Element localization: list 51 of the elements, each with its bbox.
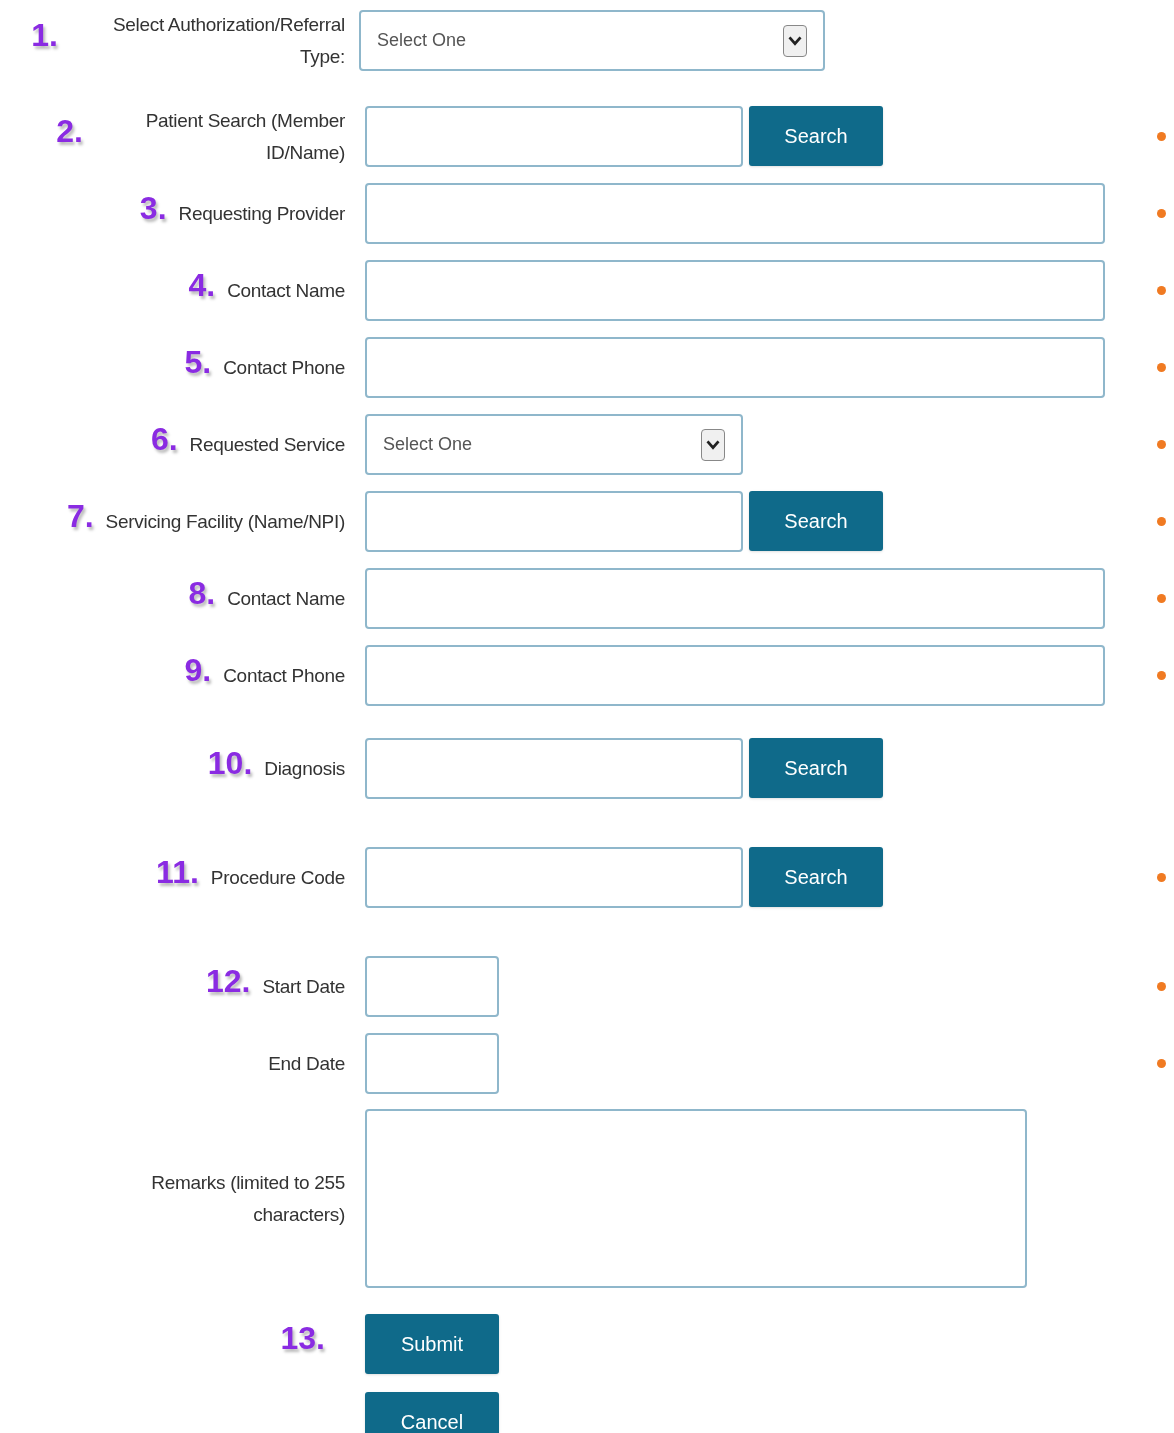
search-field[interactable] (365, 847, 743, 908)
step-number: 6. (150, 422, 178, 455)
field-label: End Date (268, 1051, 345, 1076)
text-field[interactable] (365, 568, 1105, 629)
text-field[interactable] (365, 260, 1105, 321)
text-field[interactable] (365, 337, 1105, 398)
field-label: Contact Name (227, 278, 345, 303)
field-label: Procedure Code (210, 865, 345, 890)
field-label: Patient Search (Member ID/Name) (144, 108, 345, 165)
step-number: 1. (31, 18, 58, 51)
field-label: Contact Phone (223, 663, 345, 688)
field-label: Contact Name (227, 586, 345, 611)
cancel-button[interactable]: Cancel (365, 1392, 499, 1433)
date-field[interactable] (365, 956, 499, 1017)
remarks-field[interactable] (365, 1109, 1027, 1288)
field-label: Remarks (limited to 255 characters) (150, 1170, 345, 1227)
step-number: 12. (205, 964, 251, 997)
dropdown[interactable]: Select One (359, 10, 825, 71)
step-number: 9. (184, 653, 212, 686)
step-number: 2. (56, 114, 83, 147)
field-label: Servicing Facility (Name/NPI) (105, 509, 345, 534)
search-field[interactable] (365, 738, 743, 799)
step-number: 8. (188, 576, 216, 609)
step-number: 3. (139, 191, 167, 224)
search-button[interactable]: Search (749, 738, 883, 798)
dropdown[interactable]: Select One (365, 414, 743, 475)
chevron-down-icon (783, 24, 807, 57)
text-field[interactable] (365, 183, 1105, 244)
step-number: 11. (156, 855, 199, 888)
dropdown-value: Select One (383, 433, 473, 456)
step-number: 4. (188, 268, 216, 301)
text-field[interactable] (365, 645, 1105, 706)
step-number: 5. (184, 345, 212, 378)
step-number: 7. (66, 499, 94, 532)
step-number: 10. (207, 746, 253, 779)
search-field[interactable] (365, 106, 743, 167)
field-label: Select Authorization/Referral Type: (111, 12, 345, 69)
step-number: 13. (280, 1322, 325, 1354)
field-label: Requesting Provider (178, 201, 345, 226)
submit-button[interactable]: Submit (365, 1314, 499, 1374)
date-field[interactable] (365, 1033, 499, 1094)
field-label: Contact Phone (223, 355, 345, 380)
search-field[interactable] (365, 491, 743, 552)
dropdown-value: Select One (377, 29, 467, 52)
search-button[interactable]: Search (749, 106, 883, 166)
search-button[interactable]: Search (749, 491, 883, 551)
search-button[interactable]: Search (749, 847, 883, 907)
field-label: Requested Service (189, 432, 345, 457)
field-label: Diagnosis (264, 756, 345, 781)
field-label: Start Date (262, 974, 345, 999)
chevron-down-icon (701, 428, 725, 461)
